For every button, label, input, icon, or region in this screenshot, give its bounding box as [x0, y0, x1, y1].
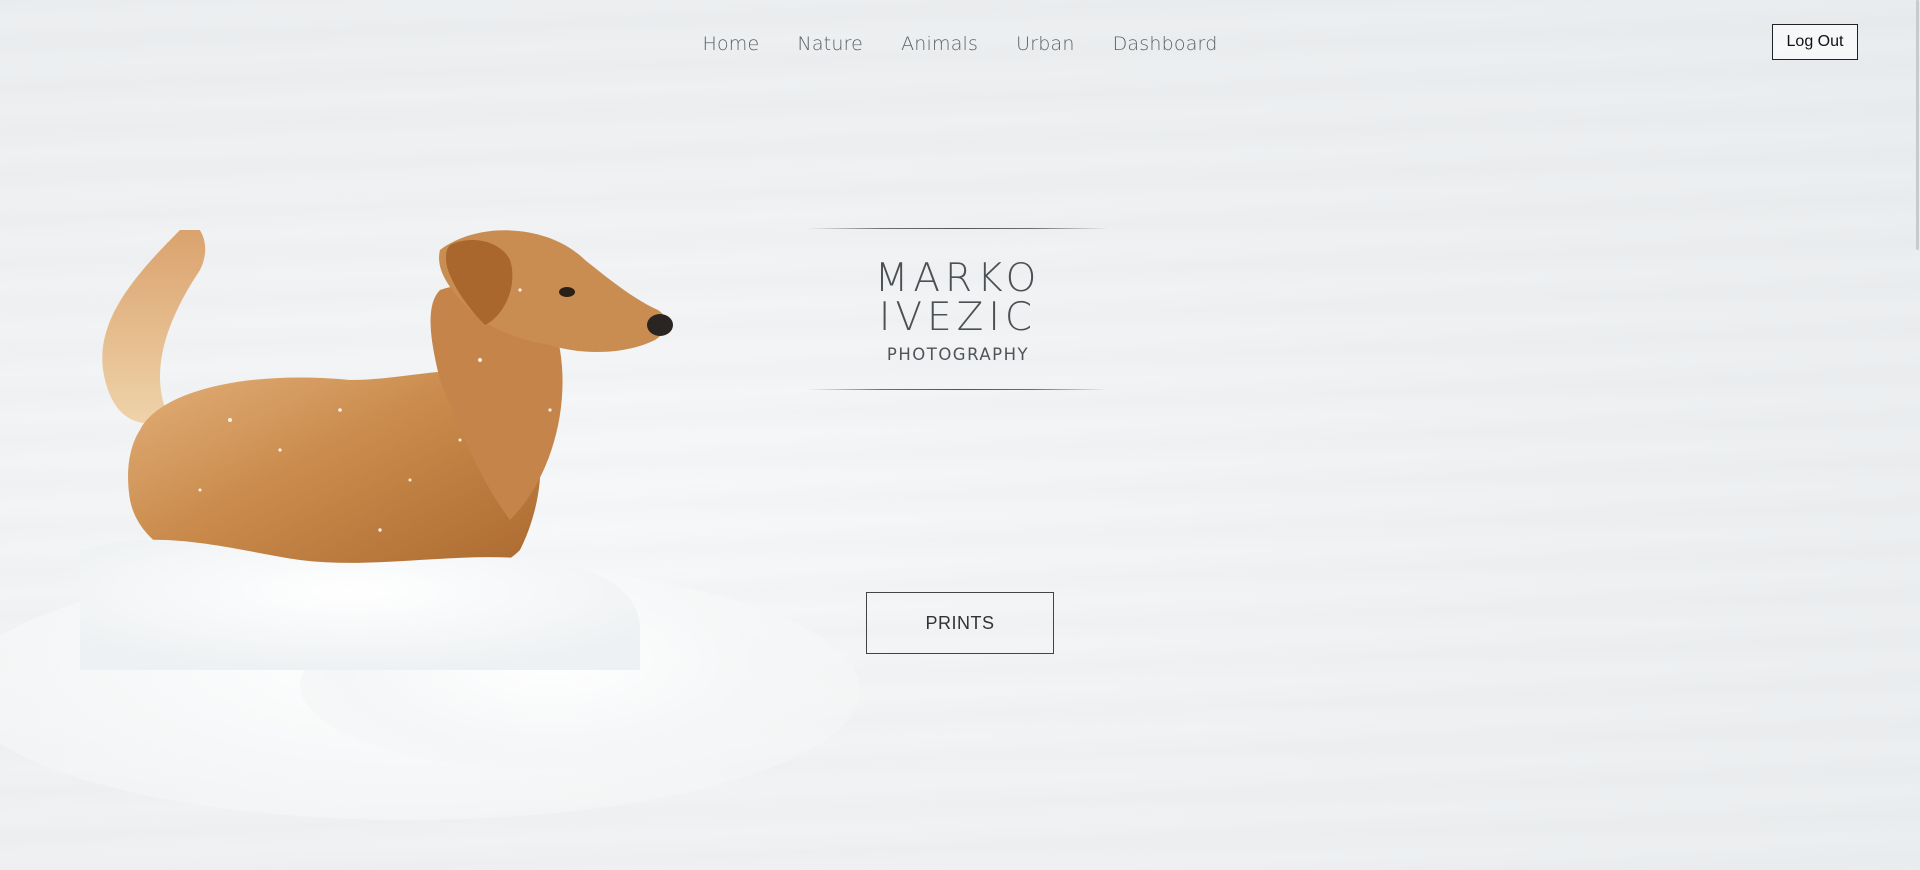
logout-button[interactable]: Log Out — [1772, 24, 1858, 60]
nav-item-nature[interactable]: Nature — [797, 33, 863, 55]
hero-background — [0, 0, 1920, 870]
brand-block: MARKO IVEZIC PHOTOGRAPHY — [808, 228, 1108, 390]
divider-top — [808, 228, 1108, 229]
brand-title: MARKO IVEZIC — [874, 256, 1042, 340]
scrollbar[interactable] — [1914, 0, 1920, 870]
main-nav: Home Nature Animals Urban Dashboard — [0, 33, 1920, 55]
nav-item-animals[interactable]: Animals — [901, 33, 978, 55]
nav-item-dashboard[interactable]: Dashboard — [1113, 33, 1218, 55]
prints-button[interactable]: PRINTS — [866, 592, 1054, 654]
nav-item-home[interactable]: Home — [703, 33, 760, 55]
dog-photo — [80, 230, 673, 670]
divider-bottom — [808, 388, 1108, 390]
nav-item-urban[interactable]: Urban — [1016, 33, 1074, 55]
brand-subtitle: PHOTOGRAPHY — [886, 345, 1030, 364]
scrollbar-thumb[interactable] — [1916, 0, 1919, 250]
